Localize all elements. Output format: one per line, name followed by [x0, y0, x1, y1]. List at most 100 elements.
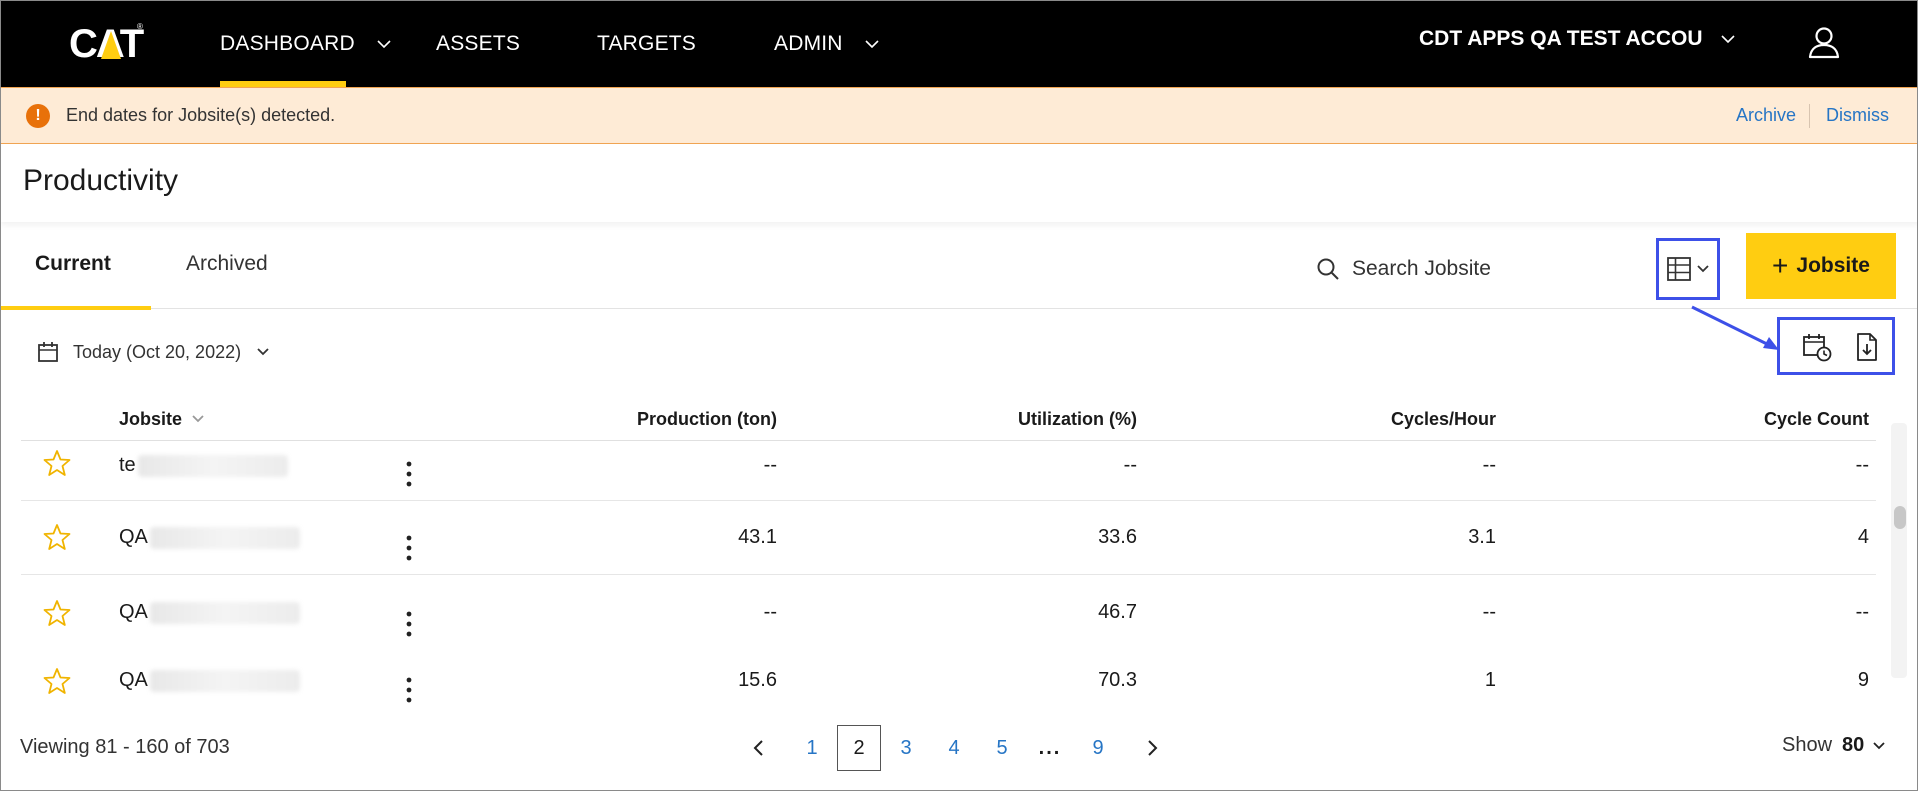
archive-link[interactable]: Archive — [1736, 105, 1796, 126]
nav-admin-label: ADMIN — [774, 32, 843, 55]
more-options-icon[interactable] — [397, 533, 421, 563]
row-divider — [21, 500, 1876, 501]
cell-cycle-count: -- — [1855, 601, 1869, 623]
redacted-name — [149, 669, 300, 692]
date-filter-label: Today (Oct 20, 2022) — [73, 341, 242, 362]
cell-utilization: 70.3 — [1098, 669, 1137, 691]
column-header-production[interactable]: Production (ton) — [561, 409, 777, 430]
scrollbar-thumb[interactable] — [1894, 506, 1906, 529]
search-placeholder: Search Jobsite — [1352, 257, 1491, 280]
user-profile-icon[interactable] — [1807, 25, 1841, 59]
cell-cycles-hour: -- — [1482, 454, 1496, 476]
date-filter[interactable]: Today (Oct 20, 2022) — [37, 339, 269, 365]
sort-chevron-icon — [192, 415, 204, 423]
cell-utilization: 33.6 — [1098, 526, 1137, 548]
cat-logo[interactable]: CAT ® — [67, 19, 147, 65]
column-header-cycles-hour[interactable]: Cycles/Hour — [1261, 409, 1496, 430]
nav-admin[interactable]: ADMIN — [774, 1, 879, 87]
calendar-icon — [38, 342, 58, 362]
app-frame: CAT ® DASHBOARD ASSETS TARGETS ADMIN CDT… — [0, 0, 1918, 791]
page-4-button[interactable]: 4 — [932, 725, 976, 771]
page-1-button[interactable]: 1 — [790, 725, 834, 771]
row-divider — [21, 574, 1876, 575]
viewing-range: Viewing 81 - 160 of 703 — [20, 736, 230, 758]
table-row[interactable]: QA 43.1 33.6 3.1 4 — [21, 503, 1876, 575]
previous-page-button[interactable] — [737, 725, 781, 771]
chevron-down-icon — [257, 348, 269, 356]
star-outline-icon[interactable] — [43, 449, 71, 477]
top-navigation: CAT ® DASHBOARD ASSETS TARGETS ADMIN CDT… — [1, 1, 1917, 87]
page-ellipsis: ... — [1038, 736, 1062, 759]
cell-utilization: 46.7 — [1098, 601, 1137, 623]
more-options-icon[interactable] — [397, 675, 421, 705]
cell-production: 43.1 — [738, 526, 777, 548]
chevron-down-icon — [377, 40, 391, 49]
account-selector[interactable]: CDT APPS QA TEST ACCOU — [1419, 1, 1735, 77]
more-options-icon[interactable] — [397, 459, 421, 489]
table-row[interactable]: QA 15.6 70.3 1 9 — [21, 651, 1876, 703]
next-page-button[interactable] — [1130, 725, 1174, 771]
add-jobsite-button[interactable]: + Jobsite — [1746, 233, 1896, 299]
column-header-jobsite[interactable]: Jobsite — [119, 409, 205, 430]
nav-dashboard-label: DASHBOARD — [220, 32, 355, 55]
redacted-name — [149, 601, 300, 624]
nav-assets[interactable]: ASSETS — [436, 1, 520, 87]
schedule-calendar-icon[interactable] — [1802, 332, 1832, 362]
chevron-down-icon — [1720, 35, 1735, 44]
tab-toolbar: Current Archived Search Jobsite — [1, 222, 1917, 310]
dismiss-link[interactable]: Dismiss — [1826, 105, 1889, 126]
active-tab-indicator — [1, 306, 151, 310]
tab-current[interactable]: Current — [35, 252, 111, 276]
page-5-button[interactable]: 5 — [980, 725, 1024, 771]
banner-divider — [1809, 104, 1810, 128]
jobsite-name[interactable]: QA — [119, 601, 300, 624]
page-3-button[interactable]: 3 — [884, 725, 928, 771]
account-name: CDT APPS QA TEST ACCOU — [1419, 27, 1703, 50]
jobsite-name-text: QA — [119, 526, 148, 548]
plus-icon: + — [1772, 250, 1789, 281]
chevron-down-icon — [1697, 265, 1709, 273]
star-outline-icon[interactable] — [43, 523, 71, 551]
page-size-value: 80 — [1842, 734, 1865, 756]
nav-targets[interactable]: TARGETS — [597, 1, 696, 87]
banner-message: End dates for Jobsite(s) detected. — [66, 105, 336, 125]
table-row[interactable]: QA -- 46.7 -- -- — [21, 577, 1876, 649]
cell-cycle-count: -- — [1855, 454, 1869, 476]
nav-dashboard[interactable]: DASHBOARD — [220, 1, 391, 87]
add-jobsite-label: Jobsite — [1796, 254, 1870, 277]
more-options-icon[interactable] — [397, 609, 421, 639]
column-header-cycle-count[interactable]: Cycle Count — [1601, 409, 1869, 430]
table-scrollbar[interactable] — [1891, 423, 1907, 678]
search-jobsite[interactable]: Search Jobsite — [1316, 252, 1491, 286]
table-row[interactable]: te -- -- -- -- — [21, 429, 1876, 501]
cell-cycles-hour: 1 — [1484, 669, 1496, 691]
cell-production: -- — [763, 454, 777, 476]
jobsite-name[interactable]: QA — [119, 526, 300, 549]
cell-utilization: -- — [1123, 454, 1137, 476]
cell-cycles-hour: -- — [1482, 601, 1496, 623]
page-size-selector[interactable]: Show 80 — [1782, 734, 1886, 757]
table-view-toggle[interactable] — [1656, 238, 1720, 300]
jobsite-name[interactable]: te — [119, 454, 288, 477]
star-outline-icon[interactable] — [43, 599, 71, 627]
download-file-icon[interactable] — [1852, 332, 1882, 362]
chevron-left-icon — [753, 740, 763, 756]
redacted-name — [149, 526, 300, 549]
tab-archived[interactable]: Archived — [186, 252, 268, 276]
svg-text:®: ® — [137, 22, 143, 31]
page-2-button[interactable]: 2 — [837, 725, 881, 771]
warning-banner: ! End dates for Jobsite(s) detected. Arc… — [1, 87, 1917, 144]
cell-cycles-hour: 3.1 — [1468, 526, 1496, 548]
nav-assets-label: ASSETS — [436, 32, 521, 55]
cell-cycle-count: 9 — [1857, 669, 1869, 691]
star-outline-icon[interactable] — [43, 667, 71, 695]
search-icon — [1317, 258, 1339, 280]
page-9-button[interactable]: 9 — [1076, 725, 1120, 771]
jobsite-name-text: QA — [119, 601, 148, 623]
column-header-jobsite-label: Jobsite — [119, 409, 183, 429]
column-header-utilization[interactable]: Utilization (%) — [901, 409, 1137, 430]
chevron-down-icon — [1873, 741, 1885, 749]
redacted-name — [137, 454, 288, 477]
nav-targets-label: TARGETS — [597, 32, 697, 55]
jobsite-name[interactable]: QA — [119, 669, 300, 692]
